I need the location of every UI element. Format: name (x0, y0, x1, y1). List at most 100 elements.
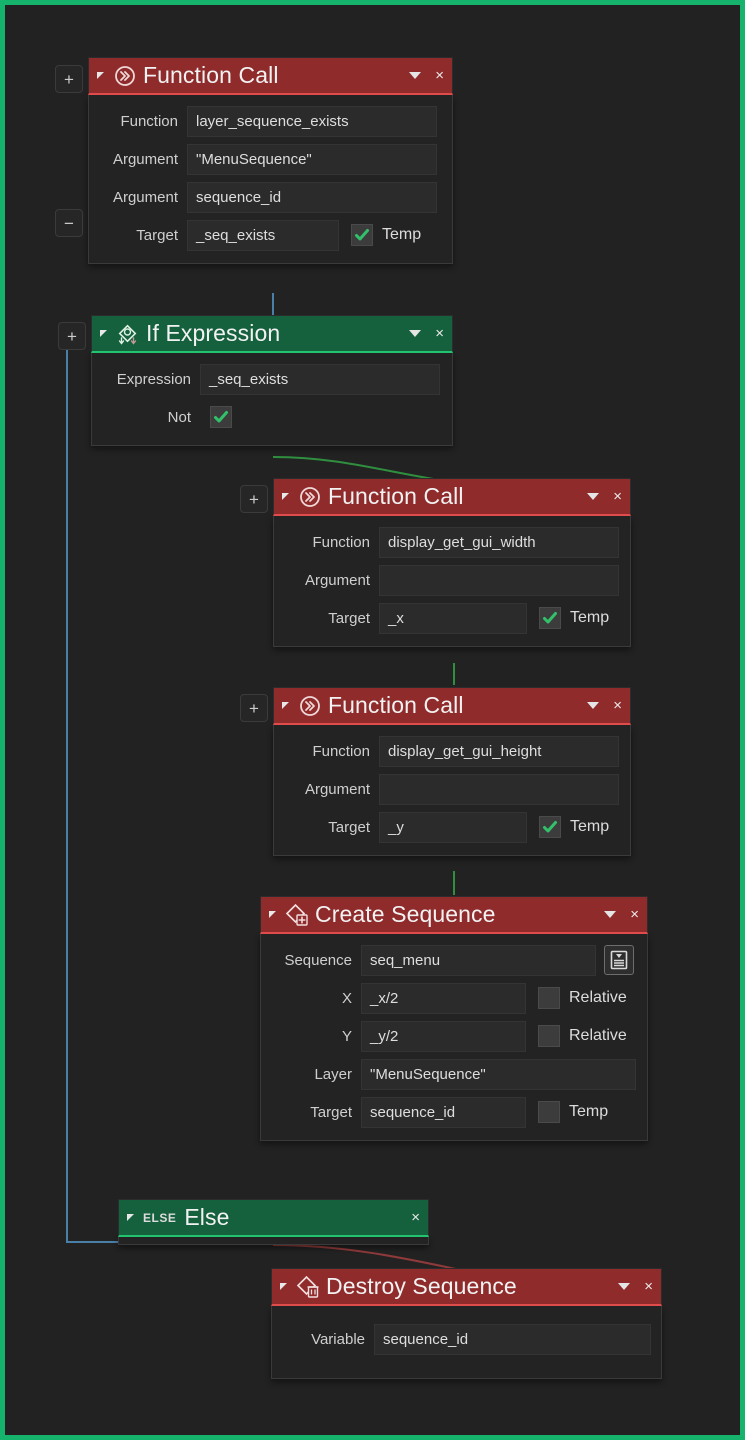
not-checkbox[interactable] (210, 406, 232, 428)
row-variable: Variable sequence_id (282, 1320, 651, 1358)
add-argument-button[interactable]: + (240, 694, 268, 722)
target-input[interactable]: _y (379, 811, 527, 843)
node-titlebar[interactable]: Destroy Sequence × (271, 1268, 662, 1306)
chevron-down-icon[interactable] (604, 911, 617, 918)
chevron-down-icon[interactable] (587, 702, 600, 709)
row-argument-1: Argument "MenuSequence" (99, 140, 442, 178)
node-graph-canvas[interactable]: + − Function Call × Function layer_seque… (5, 5, 740, 1435)
close-icon[interactable]: × (613, 489, 622, 504)
node-titlebar[interactable]: If Expression × (91, 315, 453, 353)
row-target: Target _y Temp (284, 808, 620, 846)
chevron-down-icon[interactable] (409, 330, 422, 337)
target-input[interactable]: _x (379, 602, 527, 634)
row-label: Function (312, 533, 370, 551)
node-titlebar[interactable]: Create Sequence × (260, 896, 648, 934)
row-label: Function (120, 112, 178, 130)
row-label: Sequence (284, 951, 352, 969)
x-input[interactable]: _x/2 (361, 982, 526, 1014)
argument-input[interactable]: "MenuSequence" (187, 143, 437, 175)
collapse-triangle-icon[interactable] (97, 72, 104, 79)
close-icon[interactable]: × (411, 1210, 420, 1225)
row-label: Argument (304, 780, 370, 798)
argument-input[interactable] (379, 564, 619, 596)
argument-input[interactable] (379, 773, 619, 805)
node-body (118, 1237, 429, 1245)
node-titlebar[interactable]: ELSE Else × (118, 1199, 429, 1237)
relative-x-checkbox[interactable] (538, 987, 560, 1009)
close-icon[interactable]: × (613, 698, 622, 713)
y-input[interactable]: _y/2 (361, 1020, 526, 1052)
chevron-down-icon[interactable] (618, 1283, 631, 1290)
node-function-call-display-get-gui-width[interactable]: + Function Call × Function display_get_g… (240, 478, 631, 647)
node-function-call-layer-sequence-exists[interactable]: + − Function Call × Function layer_seque… (55, 57, 453, 264)
row-label: Layer (314, 1065, 352, 1083)
collapse-triangle-icon[interactable] (282, 702, 289, 709)
node-destroy-sequence[interactable]: Destroy Sequence × Variable sequence_id (271, 1268, 662, 1379)
add-branch-button[interactable]: + (58, 322, 86, 350)
temp-checkbox[interactable] (351, 224, 373, 246)
node-body: Function display_get_gui_width Argument … (273, 516, 631, 647)
chevron-down-icon[interactable] (587, 493, 600, 500)
if-branch-icon (116, 322, 140, 346)
temp-checkbox[interactable] (539, 607, 561, 629)
target-input[interactable]: sequence_id (361, 1096, 526, 1128)
row-expression: Expression _seq_exists (102, 360, 442, 398)
add-argument-button[interactable]: + (240, 485, 268, 513)
target-input[interactable]: _seq_exists (187, 219, 339, 251)
row-target: Target sequence_id Temp (271, 1093, 637, 1131)
temp-label: Temp (569, 1103, 609, 1120)
remove-argument-button[interactable]: − (55, 209, 83, 237)
node-else[interactable]: ELSE Else × (118, 1199, 429, 1245)
collapse-triangle-icon[interactable] (100, 330, 107, 337)
row-not: Not (102, 398, 442, 436)
node-body: Variable sequence_id (271, 1306, 662, 1379)
relative-y-checkbox[interactable] (538, 1025, 560, 1047)
row-argument: Argument (284, 561, 620, 599)
node-titlebar[interactable]: Function Call × (273, 687, 631, 725)
function-input[interactable]: display_get_gui_width (379, 526, 619, 558)
function-input[interactable]: display_get_gui_height (379, 735, 619, 767)
variable-input[interactable]: sequence_id (374, 1323, 651, 1355)
sequence-input[interactable]: seq_menu (361, 944, 596, 976)
row-target: Target _x Temp (284, 599, 620, 637)
node-body: Sequence seq_menu X _x/2 Relative Y _y/2… (260, 934, 648, 1141)
node-function-call-display-get-gui-height[interactable]: + Function Call × Function display_get_g… (240, 687, 631, 856)
collapse-triangle-icon[interactable] (280, 1283, 287, 1290)
row-label: Target (328, 818, 370, 836)
node-if-expression[interactable]: + If Expression × Expression _seq_exists… (58, 315, 453, 446)
node-titlebar[interactable]: Function Call × (88, 57, 453, 95)
close-icon[interactable]: × (435, 68, 444, 83)
temp-checkbox[interactable] (539, 816, 561, 838)
node-body: Function layer_sequence_exists Argument … (88, 95, 453, 264)
add-argument-button[interactable]: + (55, 65, 83, 93)
argument-input[interactable]: sequence_id (187, 181, 437, 213)
node-title: Function Call (143, 62, 279, 88)
layer-input[interactable]: "MenuSequence" (361, 1058, 636, 1090)
row-x: X _x/2 Relative (271, 979, 637, 1017)
collapse-triangle-icon[interactable] (269, 911, 276, 918)
row-label: Target (136, 226, 178, 244)
temp-checkbox[interactable] (538, 1101, 560, 1123)
close-icon[interactable]: × (435, 326, 444, 341)
temp-label: Temp (570, 818, 610, 835)
node-title: Else (184, 1204, 230, 1230)
row-function: Function display_get_gui_width (284, 523, 620, 561)
row-label: Target (310, 1103, 352, 1121)
expression-input[interactable]: _seq_exists (200, 363, 440, 395)
collapse-triangle-icon[interactable] (127, 1214, 134, 1221)
else-text-icon: ELSE (143, 1210, 177, 1225)
row-sequence: Sequence seq_menu (271, 941, 637, 979)
node-titlebar[interactable]: Function Call × (273, 478, 631, 516)
node-title: Create Sequence (315, 901, 496, 927)
node-create-sequence[interactable]: Create Sequence × Sequence seq_menu X _x… (260, 896, 648, 1141)
relative-label: Relative (569, 1027, 627, 1044)
chevron-down-icon[interactable] (409, 72, 422, 79)
close-icon[interactable]: × (644, 1279, 653, 1294)
relative-label: Relative (569, 989, 627, 1006)
close-icon[interactable]: × (630, 907, 639, 922)
node-body: Function display_get_gui_height Argument… (273, 725, 631, 856)
sequence-picker-icon[interactable] (604, 945, 634, 975)
collapse-triangle-icon[interactable] (282, 493, 289, 500)
row-argument: Argument (284, 770, 620, 808)
function-input[interactable]: layer_sequence_exists (187, 105, 437, 137)
